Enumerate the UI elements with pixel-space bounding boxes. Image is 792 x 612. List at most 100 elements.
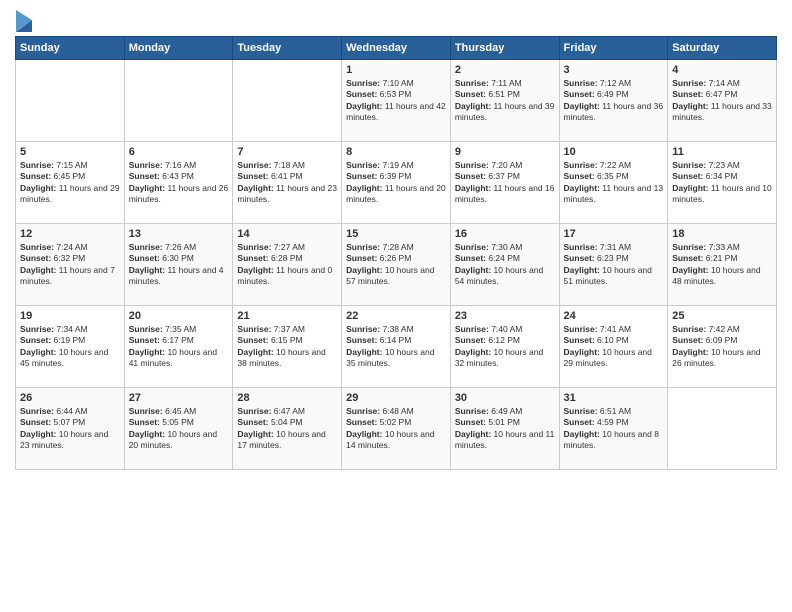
day-info: Daylight: 11 hours and 42 minutes. <box>346 101 446 124</box>
day-info: Daylight: 10 hours and 17 minutes. <box>237 429 337 452</box>
calendar-cell: 14Sunrise: 7:27 AMSunset: 6:28 PMDayligh… <box>233 224 342 306</box>
day-info: Sunset: 5:07 PM <box>20 417 120 428</box>
day-info: Daylight: 10 hours and 57 minutes. <box>346 265 446 288</box>
calendar-cell: 20Sunrise: 7:35 AMSunset: 6:17 PMDayligh… <box>124 306 233 388</box>
day-info: Sunrise: 7:38 AM <box>346 324 446 335</box>
day-number: 6 <box>129 146 229 158</box>
day-info: Sunset: 6:19 PM <box>20 335 120 346</box>
day-info: Sunrise: 7:15 AM <box>20 160 120 171</box>
day-info: Daylight: 10 hours and 29 minutes. <box>564 347 664 370</box>
day-number: 8 <box>346 146 446 158</box>
calendar-cell: 25 Sunrise: 7:42 AMSunset: 6:09 PMDayligh… <box>668 306 777 388</box>
calendar-cell: 23 Sunrise: 7:40 AMSunset: 6:12 PMDayligh… <box>450 306 559 388</box>
day-info: Sunrise: 6:45 AM <box>129 406 229 417</box>
day-info: Sunrise: 6:51 AM <box>564 406 664 417</box>
day-number: 29 <box>346 392 446 404</box>
calendar-cell: 15Sunrise: 7:28 AMSunset: 6:26 PMDayligh… <box>342 224 451 306</box>
day-number: 30 <box>455 392 555 404</box>
week-row-2: 12Sunrise: 7:24 AMSunset: 6:32 PMDayligh… <box>16 224 777 306</box>
calendar-cell: 6Sunrise: 7:16 AMSunset: 6:43 PMDaylight… <box>124 142 233 224</box>
day-info: Sunrise: 6:47 AM <box>237 406 337 417</box>
day-number: 13 <box>129 228 229 240</box>
col-header-tuesday: Tuesday <box>233 37 342 60</box>
calendar-cell: 16Sunrise: 7:30 AMSunset: 6:24 PMDayligh… <box>450 224 559 306</box>
day-number: 16 <box>455 228 555 240</box>
week-row-4: 26Sunrise: 6:44 AMSunset: 5:07 PMDayligh… <box>16 388 777 470</box>
week-row-1: 5Sunrise: 7:15 AMSunset: 6:45 PMDaylight… <box>16 142 777 224</box>
day-info: Sunset: 6:15 PM <box>237 335 337 346</box>
day-info: Sunset: 6:45 PM <box>20 171 120 182</box>
day-number: 24 <box>564 310 664 322</box>
calendar-cell: 24Sunrise: 7:41 AMSunset: 6:10 PMDayligh… <box>559 306 668 388</box>
day-info: Sunset: 6:21 PM <box>672 253 772 264</box>
day-info: Sunset: 6:14 PM <box>346 335 446 346</box>
calendar-cell <box>668 388 777 470</box>
day-number: 2 <box>455 64 555 76</box>
calendar-cell: 5 Sunrise: 7:15 AMSunset: 6:45 PMDaylight… <box>16 142 125 224</box>
day-number: 12 <box>20 228 120 240</box>
day-number: 3 <box>564 64 664 76</box>
day-number: 25 <box>672 310 772 322</box>
calendar-cell: 2Sunrise: 7:11 AMSunset: 6:51 PMDaylight… <box>450 60 559 142</box>
day-number: 11 <box>672 146 772 158</box>
day-info: Daylight: 11 hours and 26 minutes. <box>129 183 229 206</box>
day-info: Sunset: 6:34 PM <box>672 171 772 182</box>
day-info: Sunrise: 7:31 AM <box>564 242 664 253</box>
calendar-cell: 31Sunrise: 6:51 AMSunset: 4:59 PMDayligh… <box>559 388 668 470</box>
day-info: Sunrise: 7:40 AM <box>455 324 555 335</box>
day-number: 10 <box>564 146 664 158</box>
logo <box>15 10 32 28</box>
day-info: Daylight: 10 hours and 32 minutes. <box>455 347 555 370</box>
day-info: Daylight: 10 hours and 11 minutes. <box>455 429 555 452</box>
day-info: Daylight: 10 hours and 20 minutes. <box>129 429 229 452</box>
day-info: Daylight: 10 hours and 23 minutes. <box>20 429 120 452</box>
calendar-cell: 3Sunrise: 7:12 AMSunset: 6:49 PMDaylight… <box>559 60 668 142</box>
day-info: Daylight: 10 hours and 8 minutes. <box>564 429 664 452</box>
header <box>15 10 777 28</box>
day-number: 23 <box>455 310 555 322</box>
day-info: Sunset: 6:09 PM <box>672 335 772 346</box>
calendar-cell <box>16 60 125 142</box>
calendar-cell: 9Sunrise: 7:20 AMSunset: 6:37 PMDaylight… <box>450 142 559 224</box>
day-info: Sunset: 6:26 PM <box>346 253 446 264</box>
day-info: Sunset: 6:10 PM <box>564 335 664 346</box>
day-info: Sunrise: 7:26 AM <box>129 242 229 253</box>
day-info: Daylight: 10 hours and 35 minutes. <box>346 347 446 370</box>
day-info: Daylight: 11 hours and 10 minutes. <box>672 183 772 206</box>
day-info: Sunset: 5:05 PM <box>129 417 229 428</box>
calendar-cell: 7Sunrise: 7:18 AMSunset: 6:41 PMDaylight… <box>233 142 342 224</box>
day-info: Sunset: 6:30 PM <box>129 253 229 264</box>
day-info: Sunrise: 7:42 AM <box>672 324 772 335</box>
calendar-cell: 12Sunrise: 7:24 AMSunset: 6:32 PMDayligh… <box>16 224 125 306</box>
day-info: Daylight: 11 hours and 29 minutes. <box>20 183 120 206</box>
day-info: Sunrise: 6:48 AM <box>346 406 446 417</box>
day-info: Sunset: 6:12 PM <box>455 335 555 346</box>
day-info: Daylight: 10 hours and 26 minutes. <box>672 347 772 370</box>
day-number: 31 <box>564 392 664 404</box>
day-info: Sunrise: 7:19 AM <box>346 160 446 171</box>
calendar-cell: 22Sunrise: 7:38 AMSunset: 6:14 PMDayligh… <box>342 306 451 388</box>
day-info: Sunrise: 7:34 AM <box>20 324 120 335</box>
day-info: Sunset: 5:04 PM <box>237 417 337 428</box>
day-info: Sunrise: 7:20 AM <box>455 160 555 171</box>
day-number: 26 <box>20 392 120 404</box>
calendar-cell: 29Sunrise: 6:48 AMSunset: 5:02 PMDayligh… <box>342 388 451 470</box>
day-info: Sunset: 6:17 PM <box>129 335 229 346</box>
day-number: 27 <box>129 392 229 404</box>
day-number: 5 <box>20 146 120 158</box>
day-info: Sunrise: 6:44 AM <box>20 406 120 417</box>
day-info: Sunrise: 7:23 AM <box>672 160 772 171</box>
day-info: Sunrise: 7:35 AM <box>129 324 229 335</box>
day-info: Daylight: 11 hours and 4 minutes. <box>129 265 229 288</box>
day-info: Sunrise: 7:27 AM <box>237 242 337 253</box>
day-number: 9 <box>455 146 555 158</box>
day-info: Daylight: 11 hours and 16 minutes. <box>455 183 555 206</box>
calendar-cell: 4Sunrise: 7:14 AMSunset: 6:47 PMDaylight… <box>668 60 777 142</box>
logo-icon <box>16 10 32 32</box>
calendar-cell: 13 Sunrise: 7:26 AMSunset: 6:30 PMDayligh… <box>124 224 233 306</box>
calendar-cell: 11 Sunrise: 7:23 AMSunset: 6:34 PMDayligh… <box>668 142 777 224</box>
day-info: Daylight: 10 hours and 51 minutes. <box>564 265 664 288</box>
day-info: Sunrise: 7:22 AM <box>564 160 664 171</box>
day-info: Daylight: 11 hours and 39 minutes. <box>455 101 555 124</box>
calendar: SundayMondayTuesdayWednesdayThursdayFrid… <box>15 36 777 470</box>
